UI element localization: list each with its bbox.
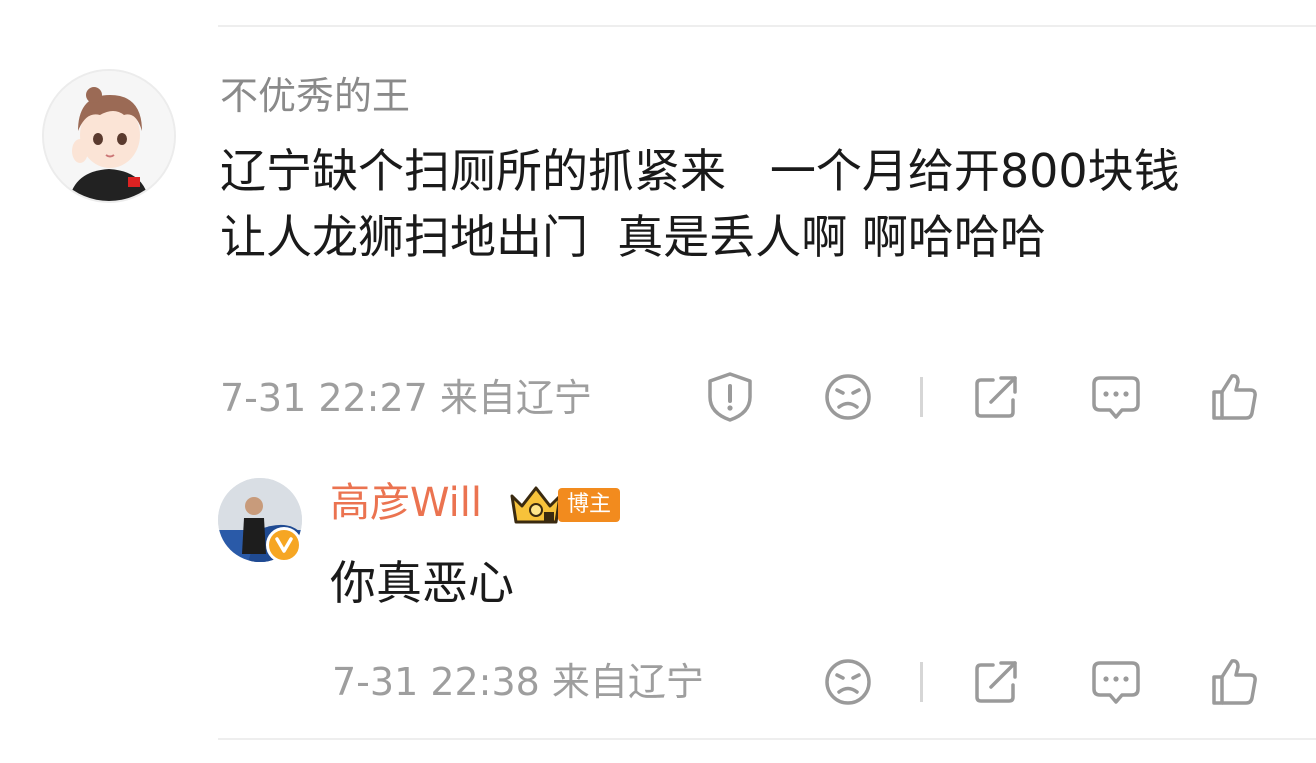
share-icon[interactable]: [968, 654, 1024, 710]
verified-icon: [266, 527, 302, 563]
comment-text: 辽宁缺个扫厕所的抓紧来 一个月给开800块钱 让人龙狮扫地出门 真是丢人啊 啊哈…: [220, 144, 1253, 264]
report-icon[interactable]: [702, 369, 758, 425]
dislike-icon[interactable]: [820, 654, 876, 710]
reply-meta: 7-31 22:38 来自辽宁: [332, 660, 704, 704]
host-badge: 博主: [558, 488, 620, 522]
crown-icon: [508, 482, 564, 526]
comment-username[interactable]: 不优秀的王: [220, 72, 410, 120]
reply-text: 你真恶心: [330, 556, 514, 610]
avatar-illustration: [44, 71, 174, 201]
comment-meta: 7-31 22:27 来自辽宁: [220, 376, 592, 420]
avatar[interactable]: [42, 69, 176, 203]
dislike-icon[interactable]: [820, 369, 876, 425]
reply-username[interactable]: 高彦Will: [330, 478, 482, 528]
share-icon[interactable]: [968, 369, 1024, 425]
like-icon[interactable]: [1206, 369, 1262, 425]
comment-thread: 不优秀的王 辽宁缺个扫厕所的抓紧来 一个月给开800块钱 让人龙狮扫地出门 真是…: [0, 0, 1316, 763]
action-divider: [920, 377, 923, 417]
divider: [218, 738, 1316, 740]
comment-icon[interactable]: [1088, 654, 1144, 710]
divider: [218, 25, 1316, 27]
action-divider: [920, 662, 923, 702]
like-icon[interactable]: [1206, 654, 1262, 710]
comment-icon[interactable]: [1088, 369, 1144, 425]
